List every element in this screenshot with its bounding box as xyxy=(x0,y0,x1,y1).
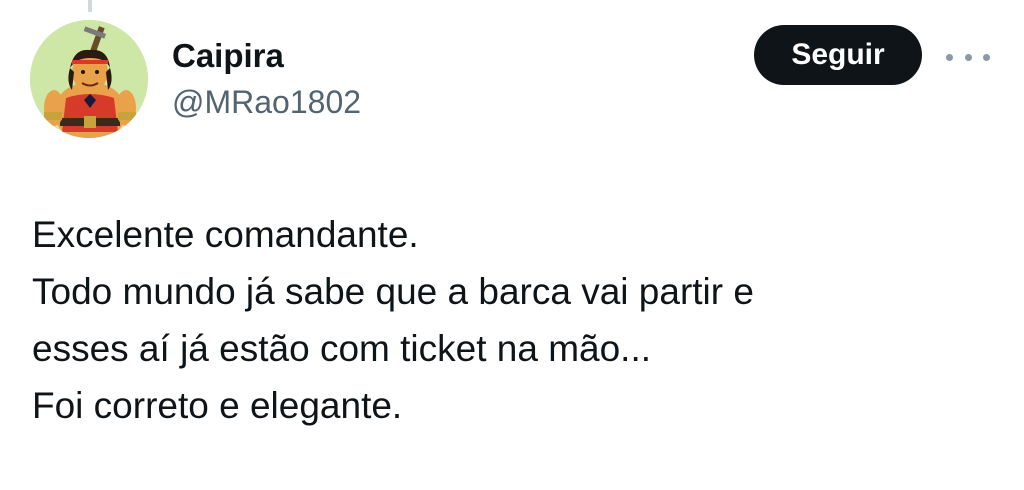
display-name[interactable]: Caipira xyxy=(172,34,361,78)
more-dot xyxy=(983,53,990,61)
follow-button[interactable]: Seguir xyxy=(754,25,922,85)
more-dot xyxy=(964,53,972,61)
tweet-text-line: esses aí já estão com ticket na mão... xyxy=(32,328,652,369)
tweet-text-line: Todo mundo já sabe que a barca vai parti… xyxy=(32,271,754,312)
tweet: Caipira @MRao1802 Seguir Excelente coman… xyxy=(0,0,1024,490)
tweet-text-line: Excelente comandante. xyxy=(32,214,419,255)
tweet-text: Excelente comandante. Todo mundo já sabe… xyxy=(32,206,992,434)
user-handle[interactable]: @MRao1802 xyxy=(172,80,361,124)
cartoon-barbarian-avatar-icon xyxy=(30,20,148,138)
avatar[interactable] xyxy=(30,20,148,138)
more-options-icon[interactable] xyxy=(946,44,990,70)
user-info: Caipira @MRao1802 xyxy=(172,34,361,124)
more-dot xyxy=(946,53,953,61)
tweet-text-line: Foi correto e elegante. xyxy=(32,385,403,426)
